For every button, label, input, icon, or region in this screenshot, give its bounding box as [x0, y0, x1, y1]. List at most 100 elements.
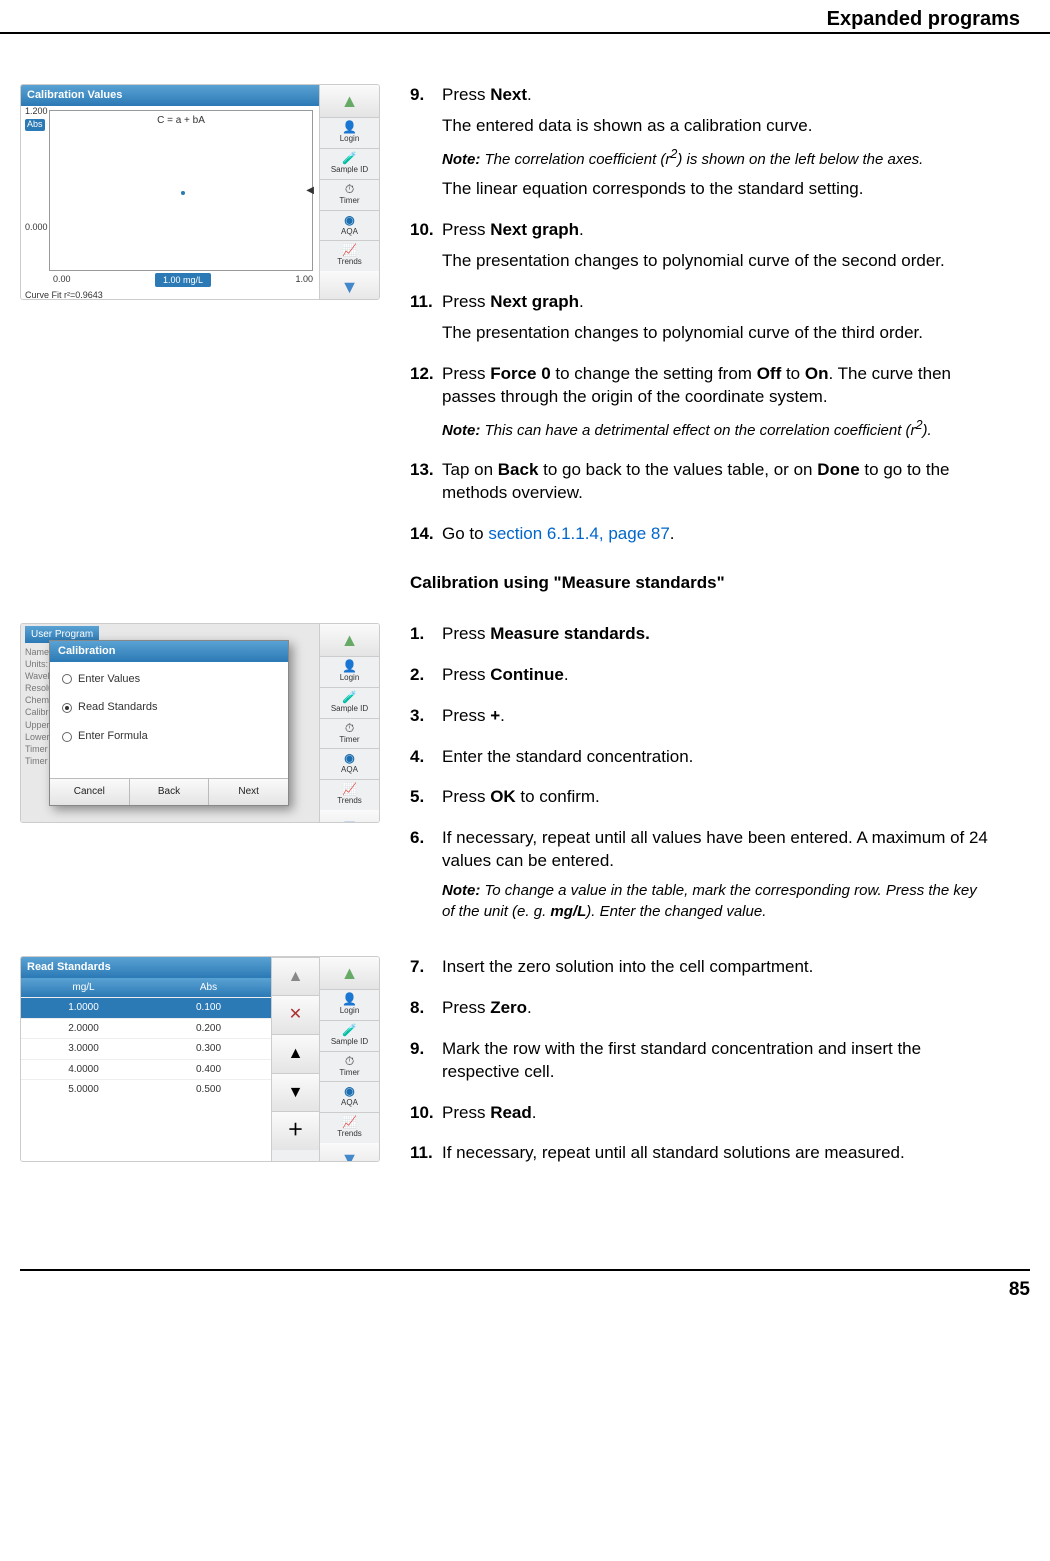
- step-text: Press Read.: [442, 1102, 990, 1125]
- step-number: 10.: [410, 219, 442, 281]
- side-trends[interactable]: 📈Trends: [320, 1112, 379, 1143]
- step-number: 6.: [410, 827, 442, 929]
- scroll-up-icon[interactable]: ▲: [272, 957, 319, 996]
- step-body: Press Next. The entered data is shown as …: [442, 84, 990, 209]
- equation: C = a + bA: [157, 114, 205, 128]
- scroll-down-icon[interactable]: ▼: [320, 810, 379, 823]
- calibration-graph: C = a + bA ◀: [49, 110, 313, 271]
- step-item: 11.If necessary, repeat until all standa…: [410, 1142, 990, 1173]
- step-number: 1.: [410, 623, 442, 654]
- step-note: Note: This can have a detrimental effect…: [442, 417, 990, 441]
- step-text: Go to section 6.1.1.4, page 87.: [442, 523, 990, 546]
- dialog-next-button[interactable]: Next: [209, 779, 288, 805]
- cell-mg-l: 5.0000: [21, 1079, 146, 1100]
- step-number: 12.: [410, 363, 442, 449]
- panel-title: Read Standards: [21, 957, 271, 978]
- table-row[interactable]: 1.00000.100: [21, 997, 271, 1018]
- y-unit: Abs: [25, 119, 45, 131]
- table-row[interactable]: 5.00000.500: [21, 1079, 271, 1100]
- step-text: The entered data is shown as a calibrati…: [442, 115, 990, 138]
- step-body: Mark the row with the first standard con…: [442, 1038, 990, 1092]
- side-trends[interactable]: 📈Trends: [320, 240, 379, 271]
- step-body: Go to section 6.1.1.4, page 87.: [442, 523, 990, 554]
- side-sample-id[interactable]: 🧪Sample ID: [320, 687, 379, 718]
- option-read-standards[interactable]: Read Standards: [62, 700, 276, 715]
- step-body: Insert the zero solution into the cell c…: [442, 956, 990, 987]
- cell-mg-l: 3.0000: [21, 1038, 146, 1059]
- step-text: Insert the zero solution into the cell c…: [442, 956, 990, 979]
- step-body: Press Force 0 to change the setting from…: [442, 363, 990, 449]
- dialog-cancel-button[interactable]: Cancel: [50, 779, 130, 805]
- side-aqa[interactable]: ◉AQA: [320, 1081, 379, 1112]
- cell-abs: 0.100: [146, 997, 271, 1018]
- step-number: 7.: [410, 956, 442, 987]
- scroll-up-icon[interactable]: ▲: [320, 957, 379, 989]
- step-item: 2.Press Continue.: [410, 664, 990, 695]
- table-row[interactable]: 2.00000.200: [21, 1018, 271, 1039]
- row-down-icon[interactable]: ▼: [272, 1073, 319, 1112]
- add-icon[interactable]: ＋: [272, 1111, 319, 1150]
- step-body: Press Zero.: [442, 997, 990, 1028]
- step-text: Press OK to confirm.: [442, 786, 990, 809]
- scroll-down-icon[interactable]: ▼: [320, 271, 379, 300]
- side-trends[interactable]: 📈Trends: [320, 779, 379, 810]
- step-number: 5.: [410, 786, 442, 817]
- step-number: 9.: [410, 1038, 442, 1092]
- step-number: 9.: [410, 84, 442, 209]
- option-enter-formula[interactable]: Enter Formula: [62, 729, 276, 744]
- col-mg-l: mg/L: [21, 978, 146, 998]
- step-text: Press Next.: [442, 84, 990, 107]
- step-item: 6.If necessary, repeat until all values …: [410, 827, 990, 929]
- step-item: 13.Tap on Back to go back to the values …: [410, 459, 990, 513]
- y-bot: 0.000: [25, 221, 48, 233]
- step-text: If necessary, repeat until all values ha…: [442, 827, 990, 873]
- steps-list-c: 7.Insert the zero solution into the cell…: [410, 956, 990, 1174]
- scroll-up-icon[interactable]: ▲: [320, 624, 379, 656]
- cell-abs: 0.300: [146, 1038, 271, 1059]
- side-login[interactable]: 👤Login: [320, 117, 379, 148]
- calibration-dialog: Calibration Enter Values Read Standards …: [49, 640, 289, 806]
- step-number: 8.: [410, 997, 442, 1028]
- panel-title: Calibration Values: [21, 85, 319, 106]
- scroll-down-icon[interactable]: ▼: [320, 1143, 379, 1162]
- step-item: 8.Press Zero.: [410, 997, 990, 1028]
- side-sample-id[interactable]: 🧪Sample ID: [320, 1020, 379, 1051]
- step-number: 4.: [410, 746, 442, 777]
- screenshot-read-standards: Read Standards mg/L Abs 1.00000.1002.000…: [20, 956, 380, 1162]
- screenshot-calibration-values: Calibration Values 1.200 Abs C = a + bA …: [20, 84, 380, 300]
- row-up-icon[interactable]: ▲: [272, 1034, 319, 1073]
- scroll-up-icon[interactable]: ▲: [320, 85, 379, 117]
- step-item: 14.Go to section 6.1.1.4, page 87.: [410, 523, 990, 554]
- delete-icon[interactable]: ✕: [272, 995, 319, 1034]
- cell-mg-l: 1.0000: [21, 997, 146, 1018]
- step-number: 3.: [410, 705, 442, 736]
- x-mid[interactable]: 1.00 mg/L: [155, 273, 211, 287]
- option-enter-values[interactable]: Enter Values: [62, 672, 276, 687]
- step-text: Press Next graph.: [442, 291, 990, 314]
- running-header: Expanded programs: [827, 6, 1020, 33]
- side-login[interactable]: 👤Login: [320, 989, 379, 1020]
- step-item: 9.Mark the row with the first standard c…: [410, 1038, 990, 1092]
- x-left: 0.00: [53, 273, 71, 287]
- step-body: Press Next graph.The presentation change…: [442, 219, 990, 281]
- step-body: If necessary, repeat until all values ha…: [442, 827, 990, 929]
- step-text: Mark the row with the first standard con…: [442, 1038, 990, 1084]
- side-login[interactable]: 👤Login: [320, 656, 379, 687]
- step-item: 11.Press Next graph.The presentation cha…: [410, 291, 990, 353]
- step-item: 9.Press Next. The entered data is shown a…: [410, 84, 990, 209]
- table-row[interactable]: 4.00000.400: [21, 1059, 271, 1080]
- side-sample-id[interactable]: 🧪Sample ID: [320, 148, 379, 179]
- step-number: 13.: [410, 459, 442, 513]
- screenshot-calibration-dialog: User Program Name:Units:WavelResoluChemi…: [20, 623, 380, 823]
- cell-abs: 0.200: [146, 1018, 271, 1039]
- step-text: Enter the standard concentration.: [442, 746, 990, 769]
- dialog-back-button[interactable]: Back: [130, 779, 210, 805]
- side-timer[interactable]: ⏱Timer: [320, 718, 379, 749]
- side-timer[interactable]: ⏱Timer: [320, 179, 379, 210]
- cell-mg-l: 2.0000: [21, 1018, 146, 1039]
- side-aqa[interactable]: ◉AQA: [320, 748, 379, 779]
- side-timer[interactable]: ⏱Timer: [320, 1051, 379, 1082]
- table-row[interactable]: 3.00000.300: [21, 1038, 271, 1059]
- step-text: Press Force 0 to change the setting from…: [442, 363, 990, 409]
- side-aqa[interactable]: ◉AQA: [320, 210, 379, 241]
